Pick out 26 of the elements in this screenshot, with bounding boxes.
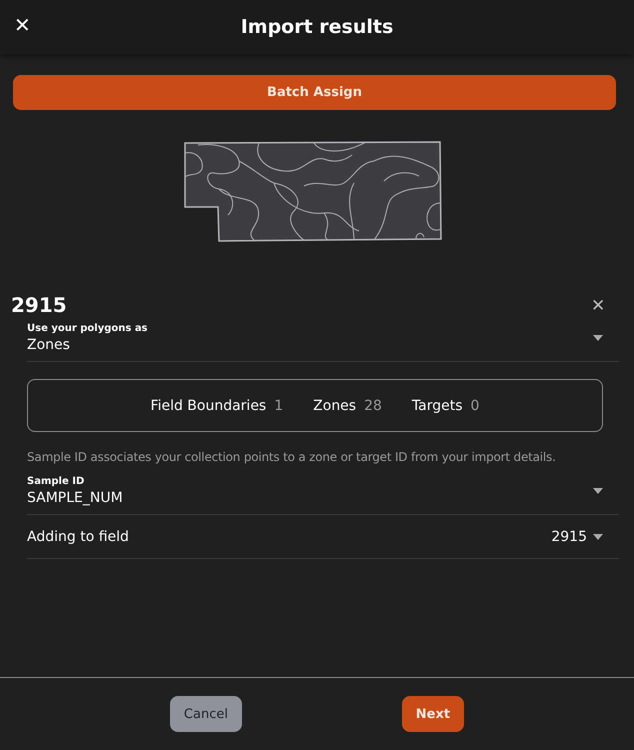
count-value: 0	[470, 398, 480, 414]
row-value: 2915	[551, 529, 587, 545]
select-value: Zones	[27, 337, 71, 353]
caret-icon	[593, 488, 603, 494]
count-value: 28	[364, 398, 382, 414]
count-label: Field Boundaries	[150, 398, 266, 414]
hint-text: Sample ID associates your collection points to a zone or target ID from your import details.	[27, 450, 557, 464]
row-label: Adding to field	[27, 529, 129, 545]
caret-icon	[593, 534, 603, 540]
batch-assign-button[interactable]: Batch Assign	[13, 75, 616, 110]
caret-icon	[593, 335, 603, 341]
polygons-select[interactable]: Use your polygons as Zones	[27, 317, 619, 362]
count-value: 1	[274, 398, 284, 414]
dialog-title: Import results	[240, 16, 394, 38]
select-label: Use your polygons as	[27, 323, 148, 334]
cancel-button[interactable]: Cancel	[170, 696, 242, 732]
next-button[interactable]: Next	[402, 696, 464, 732]
select-value: SAMPLE_NUM	[27, 490, 123, 506]
adding-to-field-row[interactable]: Adding to field 2915	[27, 515, 619, 559]
sample-id-select[interactable]: Sample ID SAMPLE_NUM	[27, 470, 619, 515]
close-button[interactable]: ✕	[591, 294, 605, 316]
select-label: Sample ID	[27, 476, 86, 487]
count-label: Zones	[313, 398, 356, 414]
field-name: 2915	[11, 293, 67, 317]
close-button[interactable]: ✕	[12, 14, 33, 38]
count-label: Targets	[412, 398, 463, 414]
